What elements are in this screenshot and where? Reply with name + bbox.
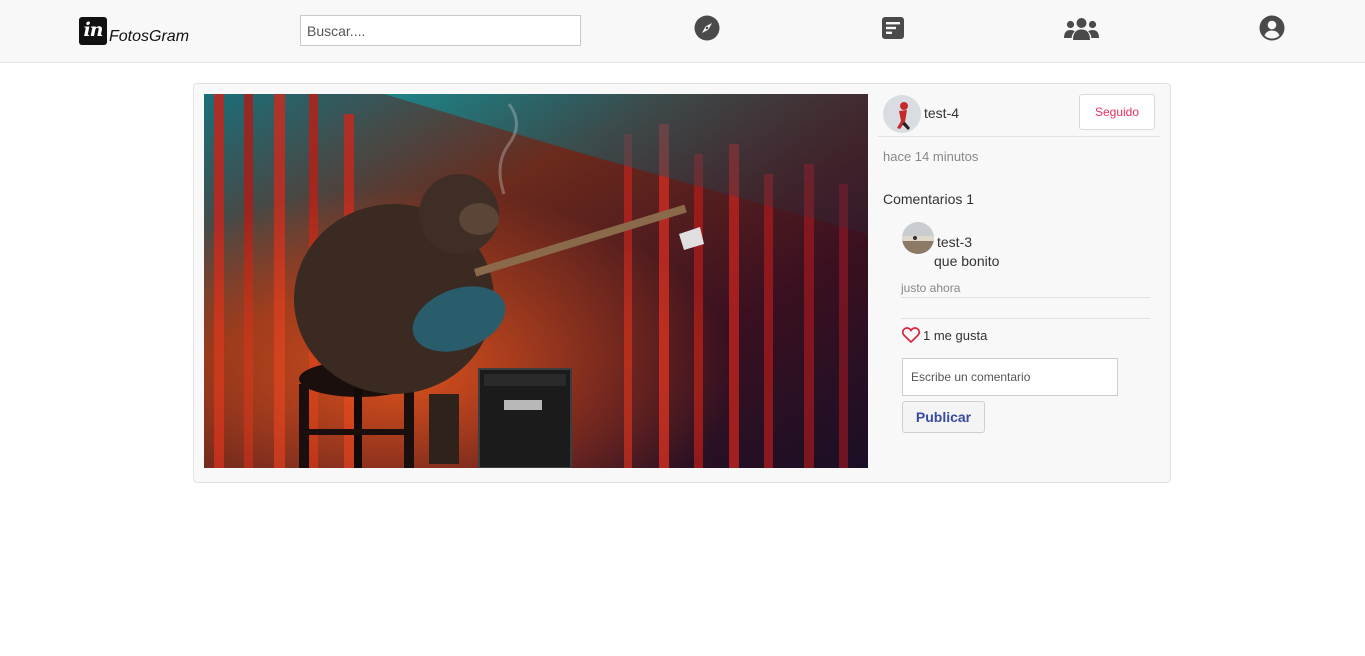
logo-mark-icon: in [79,17,107,45]
comments-title: Comentarios 1 [883,191,975,207]
top-navbar: in FotosGram [0,0,1365,63]
post-card: test-4 Seguido hace 14 minutos Comentari… [193,83,1171,483]
heart-icon [902,327,920,343]
comment-username[interactable]: test-3 [937,234,972,250]
comment-timestamp: justo ahora [901,281,961,295]
user-circle-icon [1259,15,1285,41]
like-toggle[interactable]: 1 me gusta [902,327,987,343]
nav-explore[interactable] [693,14,721,42]
nav-users[interactable] [1063,14,1099,42]
app-name: FotosGram [109,28,190,45]
search-input[interactable] [300,15,581,46]
follow-button[interactable]: Seguido [1079,94,1155,130]
compass-icon [694,15,720,41]
comment-text: que bonito [934,253,1000,269]
nav-profile[interactable] [1258,14,1286,42]
owner-username[interactable]: test-4 [924,105,959,121]
post-sidebar: test-4 Seguido hace 14 minutos Comentari… [878,84,1160,484]
likes-count: 1 me gusta [923,327,988,343]
app-logo[interactable]: in FotosGram [79,17,189,45]
post-timestamp: hace 14 minutos [883,149,979,164]
nav-posts[interactable] [879,14,907,42]
posts-icon [882,17,904,39]
comment-avatar[interactable] [902,222,934,254]
post-image [204,94,868,468]
publish-button[interactable]: Publicar [902,401,985,433]
comment-divider [901,297,1150,298]
users-icon [1063,18,1099,40]
section-divider [901,318,1150,319]
post-owner-row: test-4 Seguido [878,94,1160,137]
post-photo[interactable] [204,94,868,468]
comment-input[interactable] [902,358,1118,396]
owner-avatar[interactable] [883,95,921,133]
